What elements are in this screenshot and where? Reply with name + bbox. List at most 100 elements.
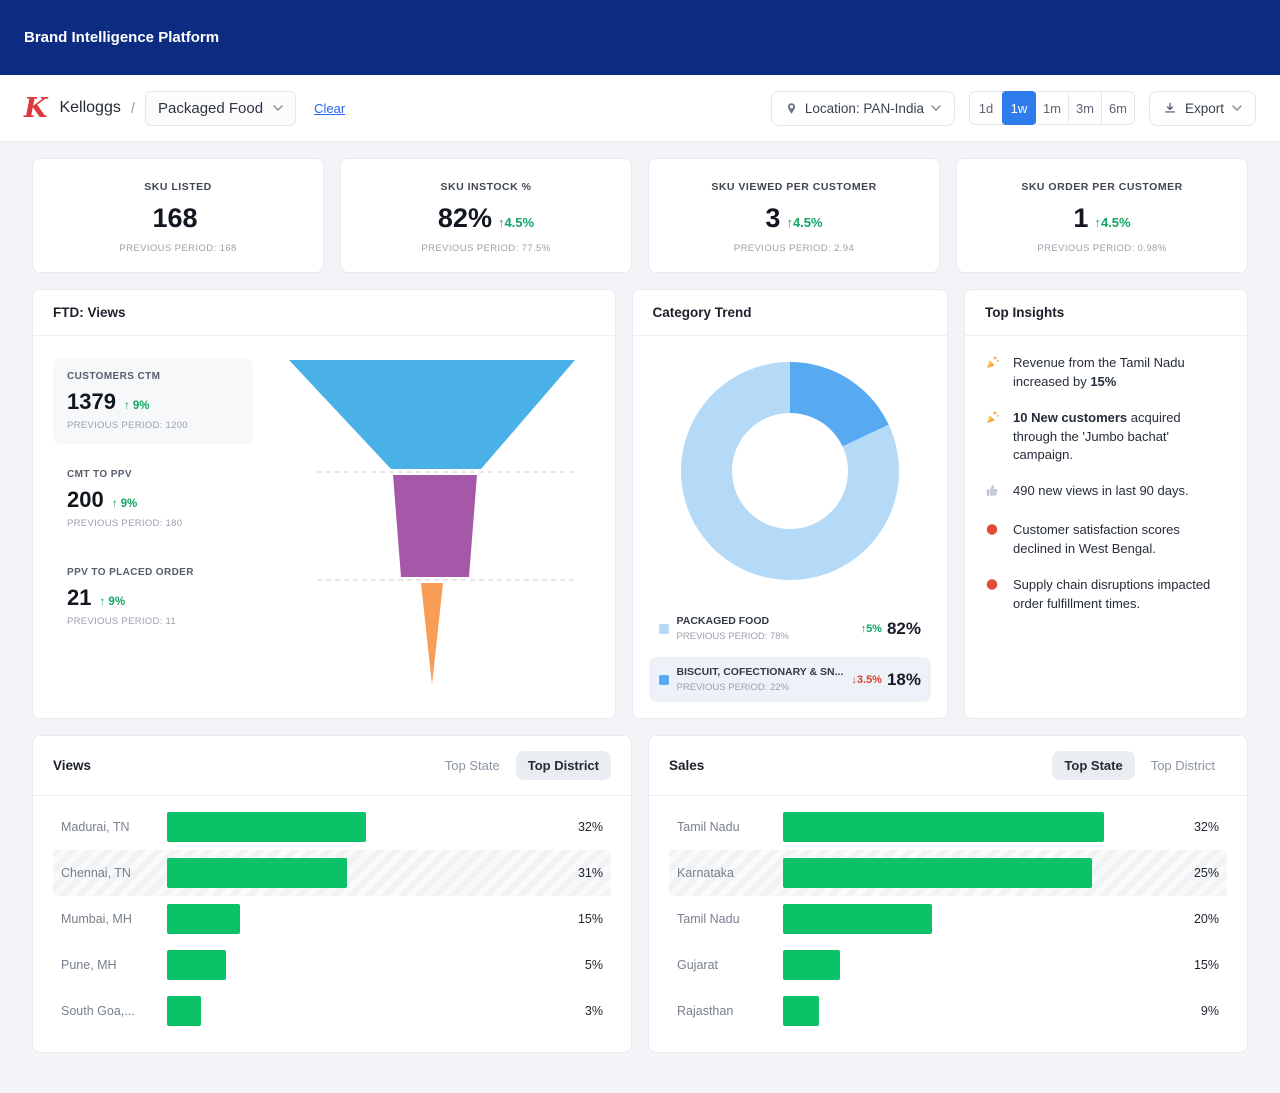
views-bar-chart: Madurai, TN 32% Chennai, TN 31% Mumbai, … bbox=[33, 796, 631, 1052]
stage-previous: PREVIOUS PERIOD: 180 bbox=[67, 518, 183, 529]
stage-label: CMT TO PPV bbox=[67, 469, 132, 480]
bar-value: 5% bbox=[584, 958, 603, 972]
bar-value: 20% bbox=[1193, 912, 1219, 926]
legend-label: PACKAGED FOOD bbox=[676, 615, 770, 627]
legend-delta: ↑5% bbox=[860, 622, 882, 635]
bar-row-gujarat: Gujarat 15% bbox=[669, 942, 1227, 988]
tab-top-district[interactable]: Top District bbox=[1139, 751, 1227, 780]
kpi-card-sku-listed: SKU LISTED 168 PREVIOUS PERIOD: 168 bbox=[32, 158, 324, 273]
bar-row-chennai: Chennai, TN 31% bbox=[53, 850, 611, 896]
toolbar: K Kelloggs / Packaged Food Clear Locatio… bbox=[0, 75, 1280, 142]
insight-item: 10 New customers acquired through the 'J… bbox=[985, 409, 1227, 466]
category-dropdown-label: Packaged Food bbox=[158, 99, 264, 117]
bar bbox=[783, 996, 820, 1026]
bar bbox=[783, 858, 1093, 888]
bar-label: Rajasthan bbox=[677, 1004, 734, 1018]
bar bbox=[167, 904, 240, 934]
location-dropdown-label: Location: PAN-India bbox=[804, 100, 924, 116]
period-1d[interactable]: 1d bbox=[968, 91, 1003, 125]
legend-previous: PREVIOUS PERIOD: 78% bbox=[676, 631, 789, 642]
top-insights-card: Top Insights Revenue from the Tamil Nadu… bbox=[964, 289, 1248, 719]
stage-value: 21 bbox=[67, 585, 92, 610]
sales-bar-chart: Tamil Nadu 32% Karnataka 25% Tamil Nadu … bbox=[649, 796, 1247, 1052]
kpi-row: SKU LISTED 168 PREVIOUS PERIOD: 168 SKU … bbox=[32, 158, 1248, 273]
sales-card: Sales Top State Top District Tamil Nadu … bbox=[648, 735, 1248, 1053]
kpi-previous: PREVIOUS PERIOD: 2.94 bbox=[733, 243, 855, 254]
bar bbox=[783, 950, 841, 980]
insight-item: Supply chain disruptions impacted order … bbox=[985, 576, 1227, 614]
party-popper-icon bbox=[985, 354, 1003, 392]
legend-swatch bbox=[658, 623, 669, 634]
bar-value: 3% bbox=[584, 1004, 603, 1018]
period-3m[interactable]: 3m bbox=[1067, 91, 1102, 125]
bar-value: 25% bbox=[1193, 866, 1219, 880]
bottom-row: Views Top State Top District Madurai, TN… bbox=[32, 735, 1248, 1053]
export-button-label: Export bbox=[1184, 100, 1224, 116]
kpi-label: SKU VIEWED PER CUSTOMER bbox=[711, 181, 877, 193]
clear-link[interactable]: Clear bbox=[314, 101, 345, 116]
period-1w[interactable]: 1w bbox=[1001, 91, 1036, 125]
period-1m[interactable]: 1m bbox=[1034, 91, 1069, 125]
export-button[interactable]: Export bbox=[1148, 90, 1256, 126]
funnel-segment-bottom bbox=[420, 583, 443, 685]
tab-top-district[interactable]: Top District bbox=[515, 751, 611, 780]
bar-value: 32% bbox=[577, 820, 603, 834]
card-title: Sales bbox=[669, 758, 705, 773]
kpi-previous: PREVIOUS PERIOD: 168 bbox=[119, 243, 237, 254]
bar bbox=[783, 904, 932, 934]
app-header: Brand Intelligence Platform bbox=[0, 0, 1280, 75]
stage-delta: ↑ 9% bbox=[123, 400, 150, 412]
insight-item: Revenue from the Tamil Nadu increased by… bbox=[985, 354, 1227, 392]
stage-delta: ↑ 9% bbox=[111, 498, 138, 510]
kpi-label: SKU INSTOCK % bbox=[440, 181, 532, 193]
chevron-down-icon bbox=[1232, 105, 1242, 111]
category-dropdown[interactable]: Packaged Food bbox=[145, 90, 297, 126]
party-popper-icon bbox=[985, 409, 1003, 466]
bar-label: Tamil Nadu bbox=[677, 912, 740, 926]
legend-label: BISCUIT, COFECTIONARY & SN... bbox=[676, 666, 844, 678]
views-card: Views Top State Top District Madurai, TN… bbox=[32, 735, 632, 1053]
stage-previous: PREVIOUS PERIOD: 1200 bbox=[67, 420, 188, 431]
location-dropdown[interactable]: Location: PAN-India bbox=[770, 90, 955, 126]
legend-value: 82% bbox=[886, 618, 921, 638]
kpi-label: SKU ORDER PER CUSTOMER bbox=[1021, 181, 1183, 193]
funnel-segment-top bbox=[288, 360, 575, 469]
bar-row-mumbai: Mumbai, MH 15% bbox=[53, 896, 611, 942]
kpi-previous: PREVIOUS PERIOD: 77.5% bbox=[421, 243, 551, 254]
dashboard-content: SKU LISTED 168 PREVIOUS PERIOD: 168 SKU … bbox=[0, 142, 1280, 1093]
donut-hole bbox=[731, 413, 848, 529]
stage-value: 200 bbox=[67, 487, 104, 512]
kpi-value: 82% bbox=[437, 203, 492, 233]
bar-row-tamil-nadu-1: Tamil Nadu 32% bbox=[669, 804, 1227, 850]
legend-row-packaged-food: PACKAGED FOOD PREVIOUS PERIOD: 78% ↑5% 8… bbox=[649, 606, 931, 651]
bar-row-madurai: Madurai, TN 32% bbox=[53, 804, 611, 850]
middle-row: FTD: Views CUSTOMERS CTM 1379 ↑ 9% PREVI… bbox=[32, 289, 1248, 719]
tab-top-state[interactable]: Top State bbox=[1052, 751, 1135, 780]
red-circle-icon bbox=[985, 576, 1003, 614]
kpi-previous: PREVIOUS PERIOD: 0.98% bbox=[1037, 243, 1167, 254]
bar-value: 32% bbox=[1193, 820, 1219, 834]
bar-value: 15% bbox=[1193, 958, 1219, 972]
funnel-stages: CUSTOMERS CTM 1379 ↑ 9% PREVIOUS PERIOD:… bbox=[53, 358, 253, 696]
kpi-delta: ↑4.5% bbox=[497, 215, 535, 230]
bar-row-south-goa: South Goa,... 3% bbox=[53, 988, 611, 1034]
stage-delta: ↑ 9% bbox=[99, 596, 126, 608]
category-legend: PACKAGED FOOD PREVIOUS PERIOD: 78% ↑5% 8… bbox=[648, 606, 931, 702]
legend-row-biscuit: BISCUIT, COFECTIONARY & SN... PREVIOUS P… bbox=[648, 657, 931, 702]
bar-row-pune: Pune, MH 5% bbox=[53, 942, 611, 988]
period-6m[interactable]: 6m bbox=[1100, 91, 1135, 125]
tab-top-state[interactable]: Top State bbox=[433, 751, 512, 780]
bar-row-karnataka: Karnataka 25% bbox=[669, 850, 1227, 896]
sales-tabs: Top State Top District bbox=[1052, 751, 1227, 780]
bar-row-rajasthan: Rajasthan 9% bbox=[669, 988, 1227, 1034]
header-controls: Location: PAN-India 1d 1w 1m 3m 6m Expor… bbox=[770, 90, 1256, 126]
category-trend-card: Category Trend PACKAGED FOOD PREVIOUS PE… bbox=[631, 289, 948, 719]
legend-swatch bbox=[658, 674, 669, 685]
insights-list: Revenue from the Tamil Nadu increased by… bbox=[965, 336, 1247, 631]
legend-delta: ↓3.5% bbox=[851, 673, 882, 686]
stage-previous: PREVIOUS PERIOD: 11 bbox=[67, 616, 176, 627]
legend-value: 18% bbox=[886, 669, 921, 689]
breadcrumb: K Kelloggs / Packaged Food Clear bbox=[24, 90, 345, 126]
insight-item: 490 new views in last 90 days. bbox=[985, 482, 1227, 504]
card-title: Top Insights bbox=[985, 305, 1065, 320]
